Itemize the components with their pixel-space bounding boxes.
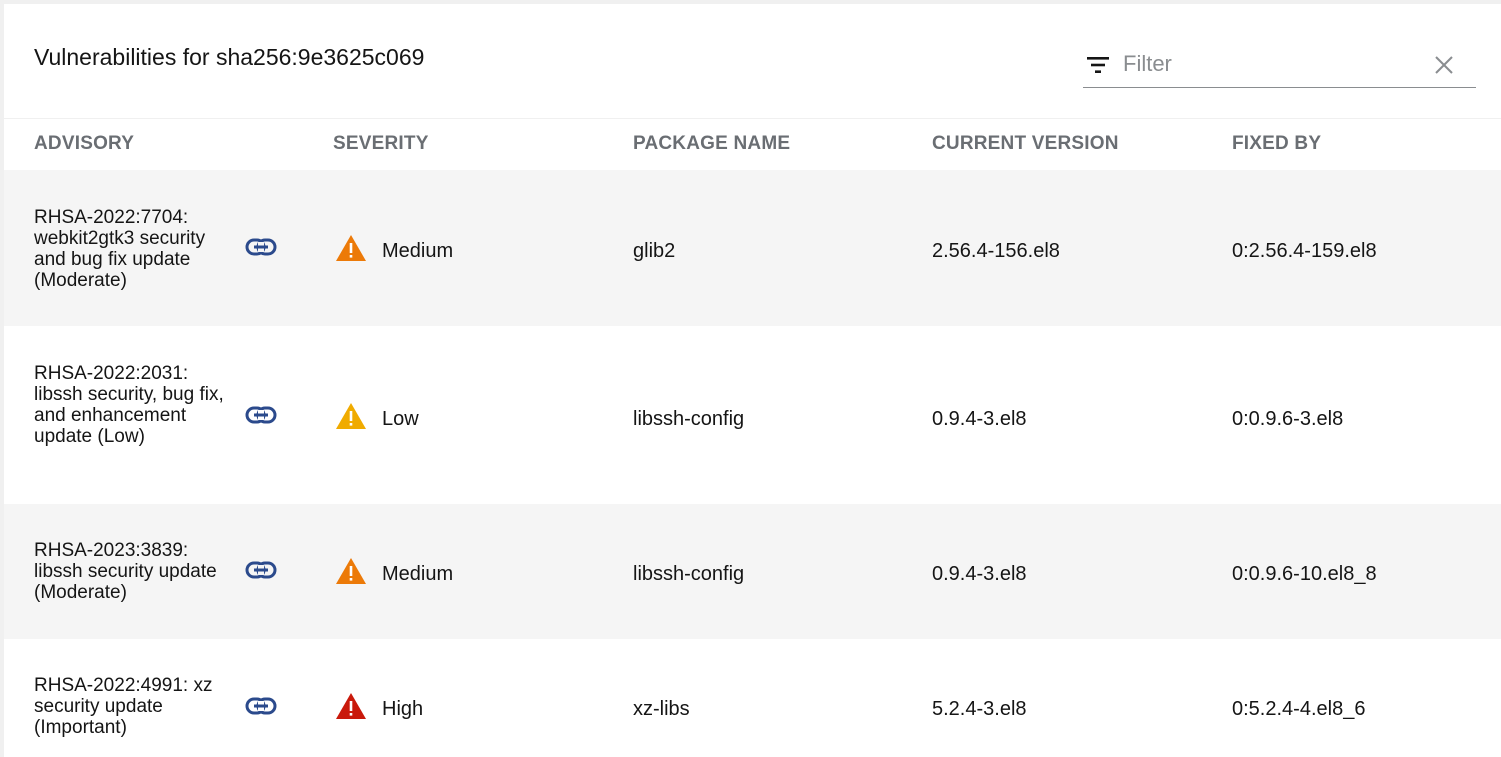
fixed-by: 0:2.56.4-159.el8 (1232, 240, 1377, 262)
filter-field[interactable] (1083, 44, 1476, 88)
advisory-text: RHSA-2023:3839: libssh security update (… (34, 540, 217, 603)
panel-header: Vulnerabilities for sha256:9e3625c069 (4, 4, 1501, 119)
severity-label: Low (382, 408, 419, 430)
package-name: libssh-config (633, 408, 745, 430)
warning-triangle-icon (336, 693, 366, 719)
table-header: ADVISORY SEVERITY PACKAGE NAME CURRENT V… (4, 119, 1501, 170)
severity-label: High (382, 698, 424, 720)
column-header-current-version[interactable]: CURRENT VERSION (932, 133, 1119, 155)
fixed-by: 0:5.2.4-4.el8_6 (1232, 698, 1366, 720)
warning-triangle-icon (336, 403, 366, 429)
advisory-text: RHSA-2022:4991: xz security update (Impo… (34, 675, 213, 738)
close-icon[interactable] (1433, 54, 1455, 76)
column-header-severity[interactable]: SEVERITY (333, 133, 429, 155)
column-header-advisory[interactable]: ADVISORY (34, 133, 134, 155)
current-version: 2.56.4-156.el8 (932, 240, 1060, 262)
current-version: 5.2.4-3.el8 (932, 698, 1027, 720)
severity-label: Medium (382, 240, 454, 262)
filter-input[interactable] (1123, 48, 1423, 80)
table-row: RHSA-2022:7704: webkit2gtk3 security and… (4, 170, 1501, 326)
link-icon[interactable] (245, 237, 277, 257)
table-row: RHSA-2022:4991: xz security update (Impo… (4, 639, 1501, 757)
warning-triangle-icon (336, 235, 366, 261)
page-title: Vulnerabilities for sha256:9e3625c069 (34, 44, 425, 70)
current-version: 0.9.4-3.el8 (932, 408, 1027, 430)
advisory-text: RHSA-2022:2031: libssh security, bug fix… (34, 363, 224, 447)
table-row: RHSA-2022:2031: libssh security, bug fix… (4, 326, 1501, 504)
vulnerabilities-panel: Vulnerabilities for sha256:9e3625c069 AD… (4, 4, 1501, 757)
advisory-text: RHSA-2022:7704: webkit2gtk3 security and… (34, 207, 206, 291)
table-row: RHSA-2023:3839: libssh security update (… (4, 504, 1501, 639)
link-icon[interactable] (245, 696, 277, 716)
current-version: 0.9.4-3.el8 (932, 563, 1027, 585)
link-icon[interactable] (245, 405, 277, 425)
warning-triangle-icon (336, 558, 366, 584)
column-header-fixed-by[interactable]: FIXED BY (1232, 133, 1321, 155)
package-name: libssh-config (633, 563, 745, 585)
severity-label: Medium (382, 563, 454, 585)
package-name: glib2 (633, 240, 676, 262)
fixed-by: 0:0.9.6-3.el8 (1232, 408, 1344, 430)
fixed-by: 0:0.9.6-10.el8_8 (1232, 563, 1377, 585)
column-header-package-name[interactable]: PACKAGE NAME (633, 133, 790, 155)
filter-icon (1087, 57, 1109, 73)
package-name: xz-libs (633, 698, 690, 720)
link-icon[interactable] (245, 560, 277, 580)
